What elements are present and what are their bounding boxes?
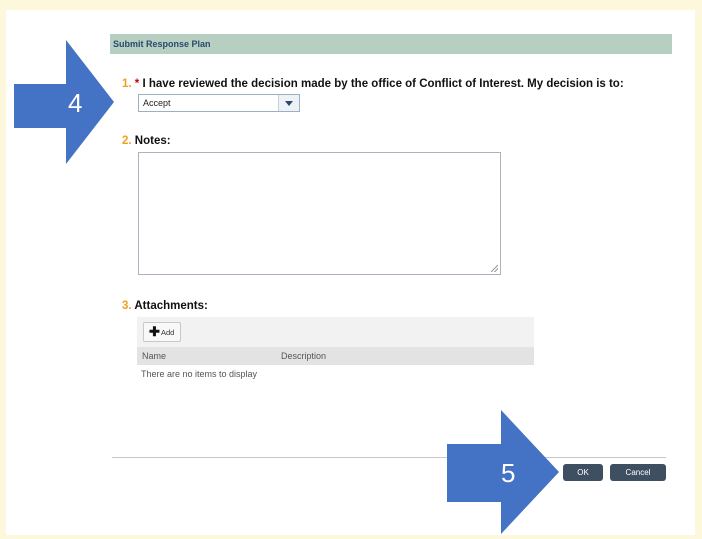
decision-select-toggle[interactable] [278,95,299,111]
ok-button[interactable]: OK [563,464,603,481]
column-header-name[interactable]: Name [142,351,166,361]
attachments-toolbar: ✚ Add [137,317,534,347]
attachments-empty-message: There are no items to display [141,369,258,379]
notes-textarea[interactable] [138,152,501,275]
add-attachment-button[interactable]: ✚ Add [143,322,181,342]
footer-divider [112,457,666,458]
plus-icon: ✚ [149,324,160,339]
decision-select-value: Accept [143,98,171,108]
decision-select[interactable]: Accept [138,94,300,112]
question-2-label: 2. Notes: [122,135,171,147]
question-1-text: I have reviewed the decision made by the… [142,78,624,90]
arrow-right-icon [14,40,114,164]
callout-number-4: 4 [68,88,83,118]
question-1-label: 1. * I have reviewed the decision made b… [122,78,624,90]
dialog-title: Submit Response Plan [110,34,672,54]
add-attachment-label: Add [161,328,175,337]
question-3-number: 3. [122,300,132,312]
callout-arrow-5: 5 [447,410,559,534]
required-marker: * [134,78,140,90]
question-2-text: Notes: [134,135,171,147]
question-1-number: 1. [122,78,132,90]
question-3-label: 3. Attachments: [122,300,208,312]
attachments-table-header: Name Description [137,347,534,365]
column-header-description[interactable]: Description [281,351,326,361]
callout-number-5: 5 [501,458,516,488]
cancel-button[interactable]: Cancel [610,464,666,481]
resize-grip-icon[interactable] [491,265,498,272]
question-2-number: 2. [122,135,132,147]
chevron-down-icon [285,101,293,106]
question-3-text: Attachments: [134,300,208,312]
callout-arrow-4: 4 [14,40,114,164]
